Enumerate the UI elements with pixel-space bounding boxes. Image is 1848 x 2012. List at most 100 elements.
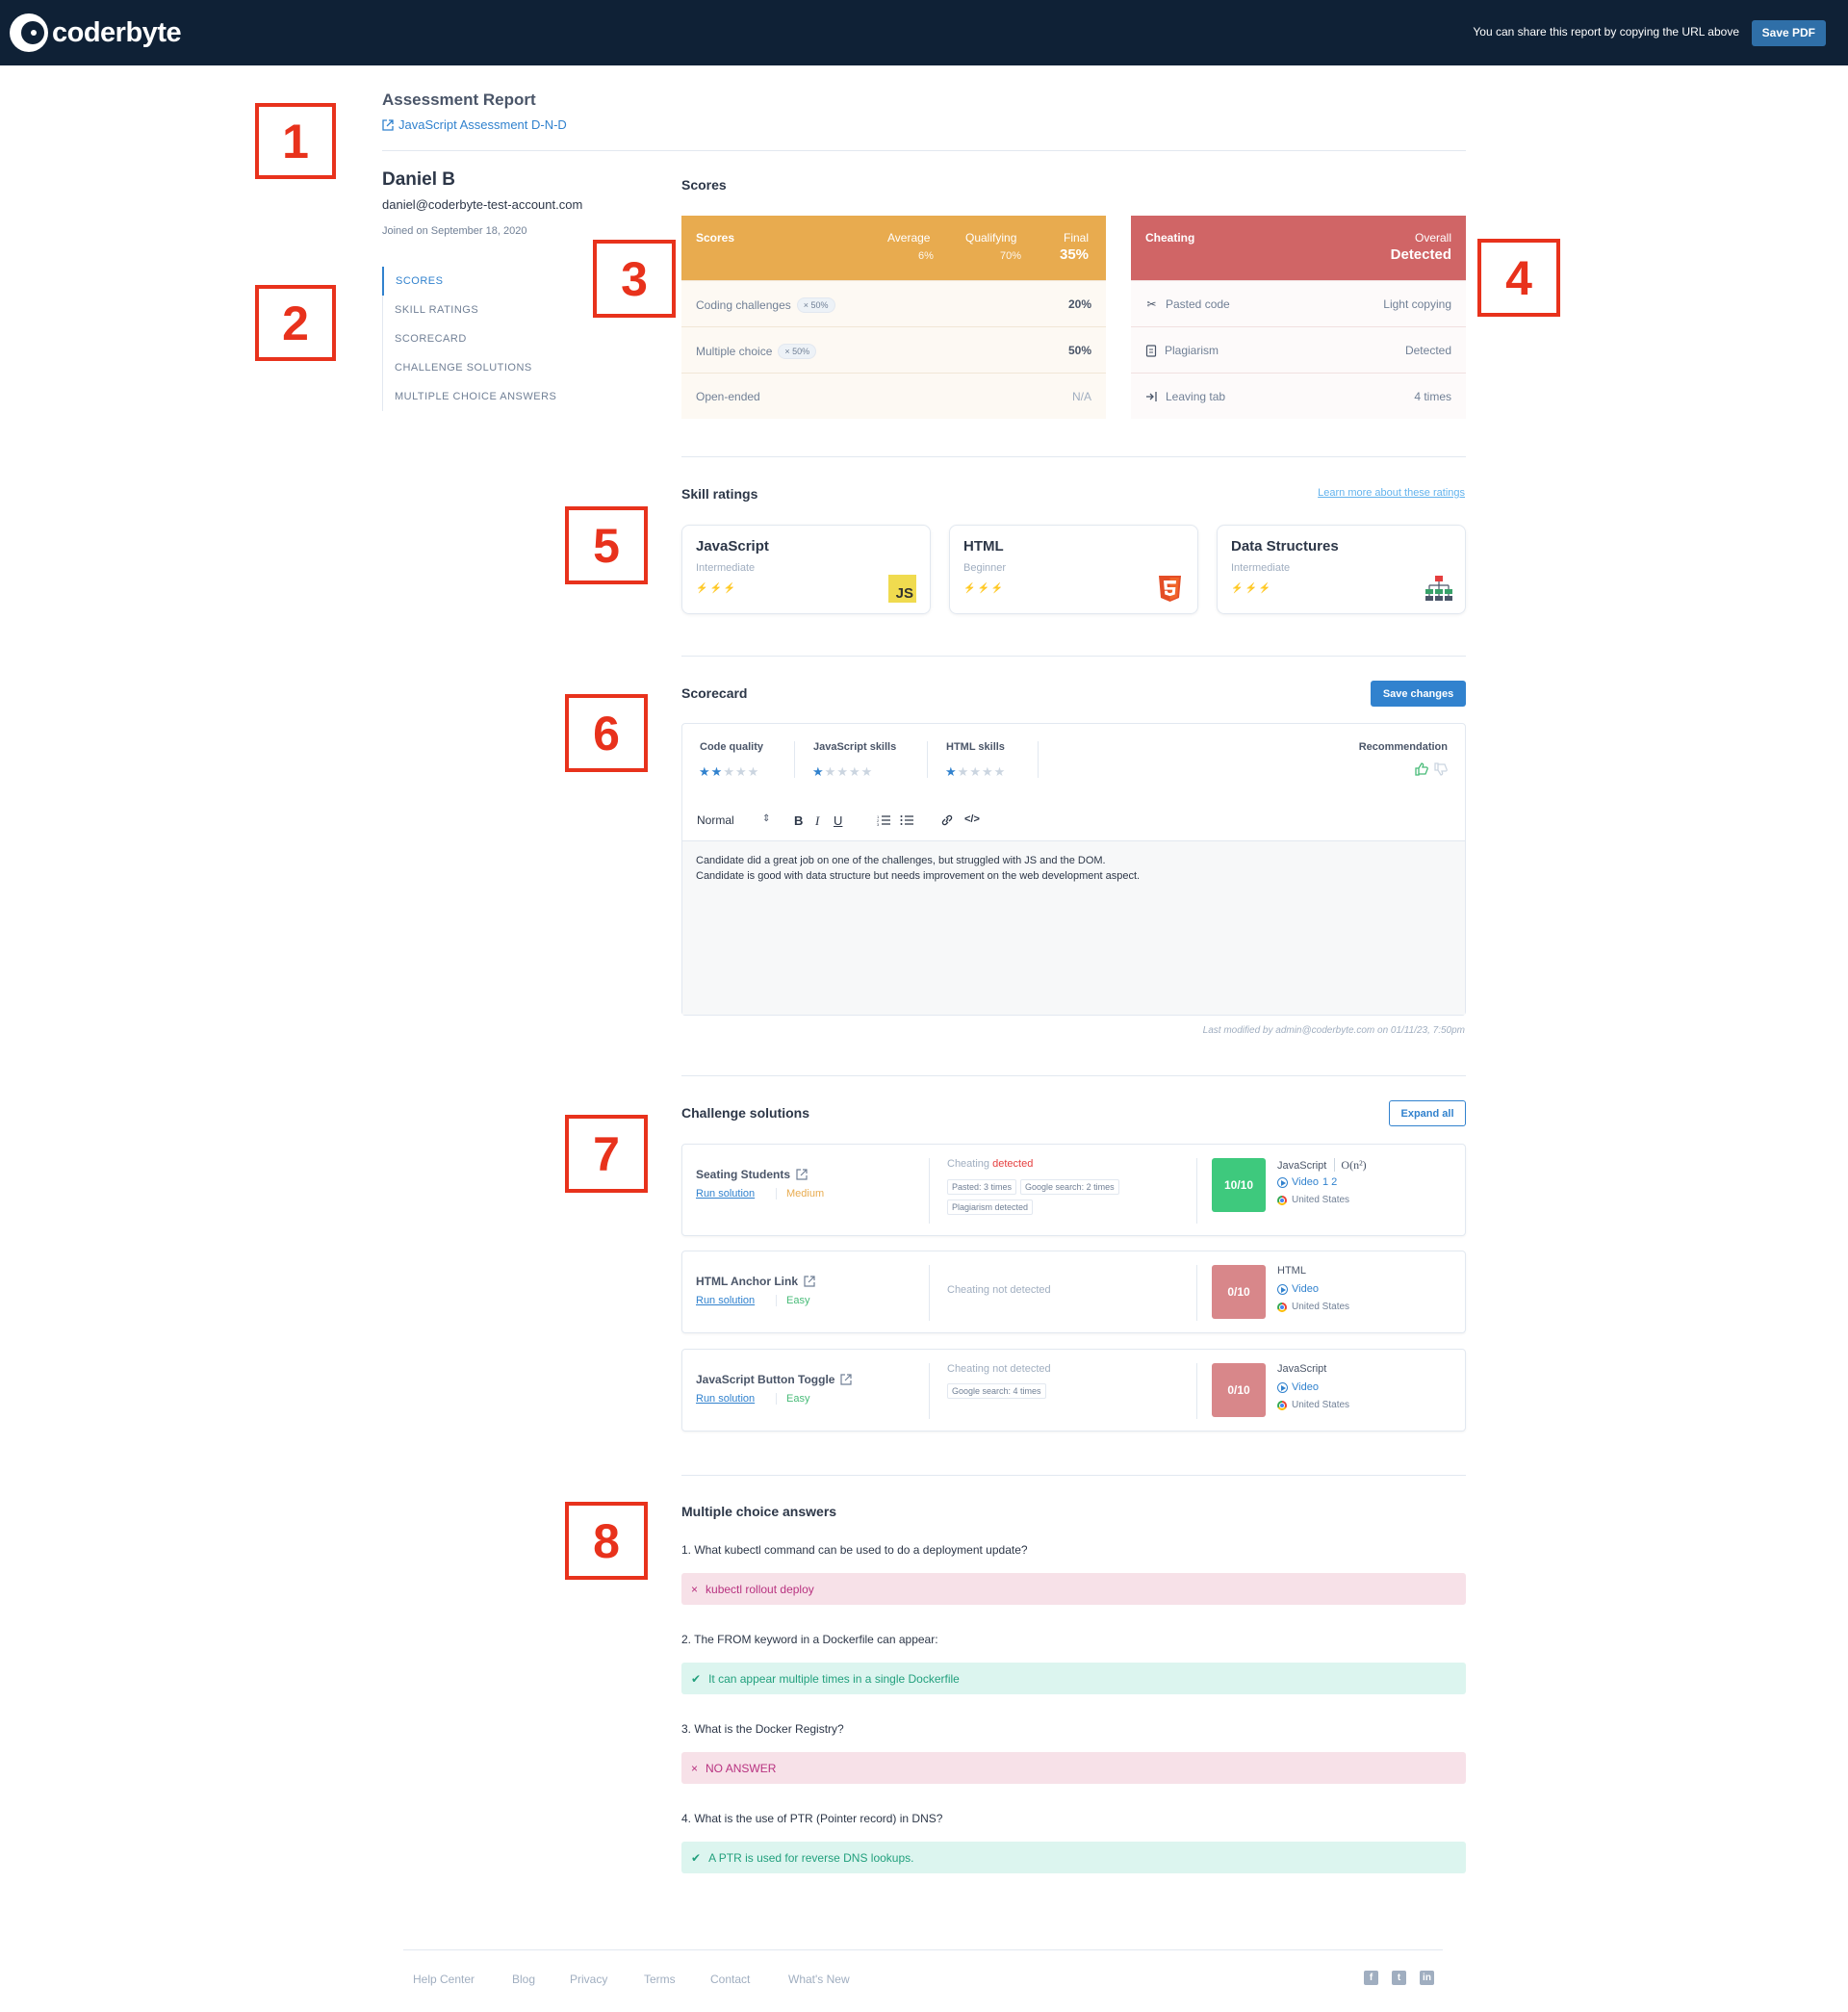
mc-answer: × NO ANSWER	[681, 1752, 1466, 1784]
challenge-score: 10/10	[1212, 1158, 1266, 1212]
star-icon[interactable]: ★	[711, 764, 724, 779]
star-icon[interactable]: ★	[723, 764, 735, 779]
star-icon[interactable]: ★	[861, 764, 874, 779]
top-bar: coderbyte You can share this report by c…	[0, 0, 1848, 65]
chrome-icon	[1277, 1302, 1287, 1312]
cheat-row-value: Detected	[1404, 344, 1451, 357]
check-icon: ✔	[691, 1671, 702, 1686]
learn-more-link[interactable]: Learn more about these ratings	[1318, 487, 1465, 499]
play-icon	[1277, 1283, 1288, 1295]
star-icon[interactable]: ★	[969, 764, 982, 779]
video-link[interactable]: Video	[1292, 1176, 1319, 1188]
underline-icon[interactable]: U	[834, 813, 842, 828]
html-skills-stars[interactable]: ★★★★★	[945, 764, 1006, 780]
video-link[interactable]: Video	[1292, 1381, 1319, 1393]
cheat-row: Leaving tab 4 times	[1131, 373, 1466, 419]
star-icon[interactable]: ★	[958, 764, 970, 779]
bolt-icon: ⚡	[963, 583, 978, 594]
format-select[interactable]: Normal	[697, 813, 734, 827]
star-icon[interactable]: ★	[825, 764, 837, 779]
star-icon[interactable]: ★	[849, 764, 861, 779]
external-link-icon[interactable]	[804, 1276, 815, 1287]
star-icon[interactable]: ★	[735, 764, 748, 779]
star-icon[interactable]: ★	[748, 764, 760, 779]
video-link[interactable]: Video	[1292, 1283, 1319, 1295]
skill-card-data-structures[interactable]: Data Structures Intermediate ⚡⚡⚡	[1217, 525, 1466, 614]
footer-link-help-center[interactable]: Help Center	[413, 1973, 475, 1986]
linkedin-icon[interactable]: in	[1420, 1971, 1434, 1985]
format-select-arrows-icon[interactable]: ⇕	[762, 813, 770, 824]
star-icon[interactable]: ★	[945, 764, 958, 779]
thumbs-up-icon[interactable]	[1415, 762, 1428, 776]
difficulty-label: Easy	[776, 1295, 809, 1306]
logo-icon	[10, 13, 48, 52]
challenge-name: HTML Anchor Link	[696, 1275, 798, 1288]
bolt-icon: ⚡	[990, 583, 1006, 594]
footer-link-whats-new[interactable]: What's New	[788, 1973, 850, 1986]
bolt-icon: ⚡	[696, 583, 710, 594]
challenge-card[interactable]: Seating Students Run solution Medium Che…	[681, 1144, 1466, 1236]
coderbyte-logo[interactable]: coderbyte	[10, 12, 182, 54]
footer-link-terms[interactable]: Terms	[644, 1973, 676, 1986]
bold-icon[interactable]: B	[794, 813, 803, 828]
skill-name: Data Structures	[1231, 538, 1339, 555]
nav-item-challenge-solutions[interactable]: CHALLENGE SOLUTIONS	[383, 353, 575, 382]
twitter-icon[interactable]: t	[1392, 1971, 1406, 1985]
star-icon[interactable]: ★	[994, 764, 1007, 779]
run-solution-link[interactable]: Run solution	[696, 1188, 755, 1199]
section-divider	[681, 456, 1466, 457]
challenge-card[interactable]: JavaScript Button Toggle Run solution Ea…	[681, 1349, 1466, 1432]
star-icon[interactable]: ★	[836, 764, 849, 779]
save-changes-button[interactable]: Save changes	[1371, 681, 1466, 707]
bullet-list-icon[interactable]	[900, 814, 913, 826]
footer-link-contact[interactable]: Contact	[710, 1973, 750, 1986]
star-icon[interactable]: ★	[699, 764, 711, 779]
video-part-links[interactable]: 1 2	[1322, 1176, 1337, 1188]
footer-link-blog[interactable]: Blog	[512, 1973, 535, 1986]
link-icon[interactable]	[940, 814, 954, 826]
complexity-badge: O(n²)	[1334, 1158, 1367, 1172]
scores-header: Scores Average 6% Qualifying 70% Final 3…	[681, 216, 1106, 280]
skill-card-html[interactable]: HTML Beginner ⚡⚡⚡	[949, 525, 1198, 614]
external-link-icon[interactable]	[840, 1374, 853, 1385]
facebook-icon[interactable]: f	[1364, 1971, 1378, 1985]
skill-card-javascript[interactable]: JavaScript Intermediate ⚡⚡⚡ JS	[681, 525, 931, 614]
mc-answer: ✔ A PTR is used for reverse DNS lookups.	[681, 1842, 1466, 1873]
star-icon[interactable]: ★	[812, 764, 825, 779]
ordered-list-icon[interactable]: 123	[877, 814, 890, 826]
code-icon[interactable]: </>	[964, 813, 980, 825]
multiple-choice-title: Multiple choice answers	[681, 1504, 837, 1519]
scorecard-box: Code quality ★★★★★ JavaScript skills ★★★…	[681, 723, 1466, 1016]
footer-link-privacy[interactable]: Privacy	[570, 1973, 607, 1986]
mc-answer: ✔ It can appear multiple times in a singl…	[681, 1663, 1466, 1694]
nav-item-skill-ratings[interactable]: SKILL RATINGS	[383, 296, 575, 324]
italic-icon[interactable]: I	[815, 813, 819, 829]
expand-all-button[interactable]: Expand all	[1389, 1100, 1466, 1126]
cheat-row-value: 4 times	[1414, 390, 1451, 403]
challenge-card[interactable]: HTML Anchor Link Run solution Easy Cheat…	[681, 1251, 1466, 1333]
scores-head-label: Scores	[696, 231, 735, 245]
document-icon	[1145, 344, 1157, 357]
nav-item-scores[interactable]: SCORES	[382, 267, 575, 296]
challenge-name: JavaScript Button Toggle	[696, 1373, 835, 1386]
challenge-score: 0/10	[1212, 1363, 1266, 1417]
annotation-marker-3: 3	[593, 240, 676, 318]
cheat-row-label: Leaving tab	[1166, 390, 1226, 403]
javascript-skills-stars[interactable]: ★★★★★	[812, 764, 873, 780]
cheat-row: Plagiarism Detected	[1131, 326, 1466, 373]
thumbs-down-icon[interactable]	[1434, 762, 1448, 776]
scorecard-title: Scorecard	[681, 685, 748, 701]
external-link-icon[interactable]	[796, 1169, 808, 1180]
cheat-row-label: Plagiarism	[1165, 344, 1219, 357]
nav-item-scorecard[interactable]: SCORECARD	[383, 324, 575, 353]
run-solution-link[interactable]: Run solution	[696, 1295, 755, 1306]
save-pdf-button[interactable]: Save PDF	[1751, 20, 1826, 46]
assessment-link[interactable]: JavaScript Assessment D-N-D	[382, 117, 567, 132]
code-quality-stars[interactable]: ★★★★★	[699, 764, 759, 780]
star-icon[interactable]: ★	[982, 764, 994, 779]
nav-item-multiple-choice-answers[interactable]: MULTIPLE CHOICE ANSWERS	[383, 382, 575, 411]
run-solution-link[interactable]: Run solution	[696, 1393, 755, 1405]
scorecard-notes-editor[interactable]: Candidate did a great job on one of the …	[682, 840, 1465, 1015]
check-icon: ✔	[691, 1850, 702, 1865]
rating-divider	[794, 741, 795, 778]
